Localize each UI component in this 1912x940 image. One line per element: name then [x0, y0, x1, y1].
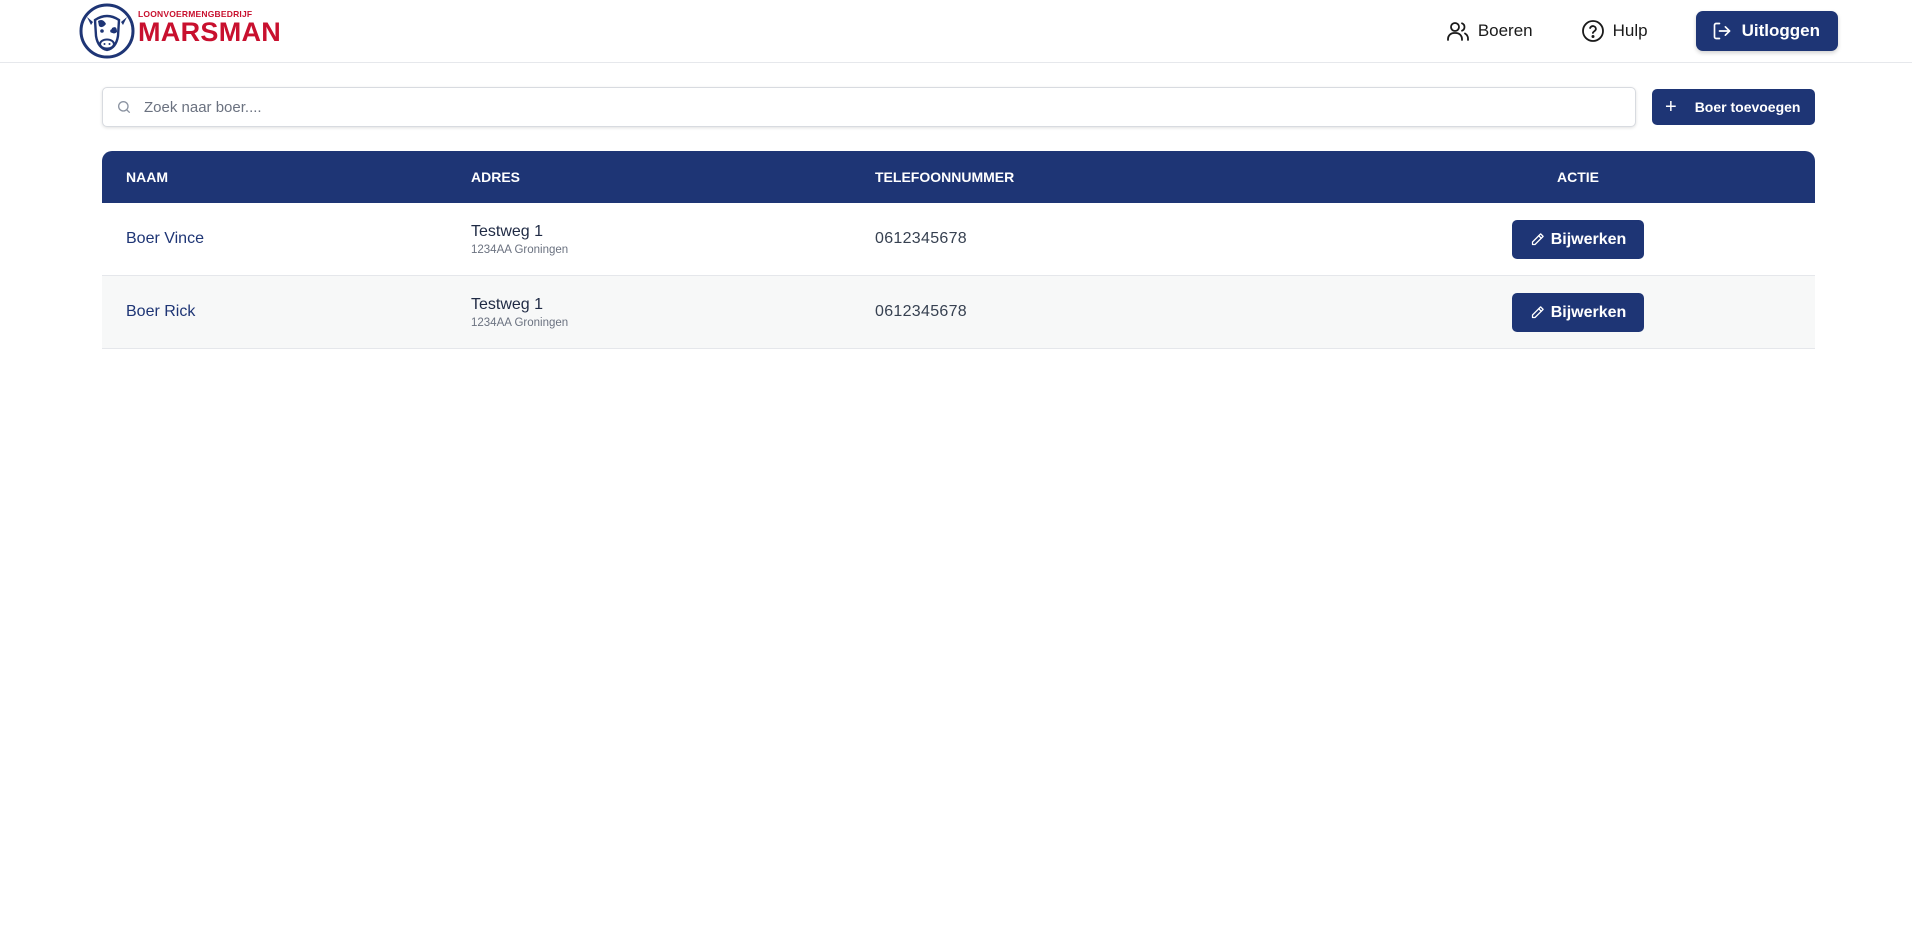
- farmer-phone: 0612345678: [875, 303, 967, 320]
- search-box[interactable]: [102, 87, 1636, 127]
- address-street: Testweg 1: [471, 223, 544, 240]
- search-input[interactable]: [144, 98, 1624, 116]
- nav-link-help-label: Hulp: [1612, 21, 1648, 40]
- address-city: 1234AA Groningen: [471, 317, 569, 329]
- edit-button-label: Bijwerken: [1550, 230, 1627, 248]
- brand-name: MARSMAN: [138, 17, 282, 48]
- add-farmer-button[interactable]: + Boer toevoegen: [1652, 89, 1815, 125]
- column-header-address[interactable]: ADRES: [471, 169, 520, 185]
- table-row: Boer Vince Testweg 1 1234AA Groningen 06…: [102, 203, 1815, 276]
- logout-button-label: Uitloggen: [1741, 21, 1820, 40]
- users-icon: [1446, 22, 1469, 41]
- help-circle-icon: [1581, 20, 1604, 42]
- edit-button[interactable]: Bijwerken: [1512, 293, 1644, 332]
- address-city: 1234AA Groningen: [471, 244, 569, 256]
- add-farmer-button-label: Boer toevoegen: [1694, 99, 1801, 115]
- table-header: NAAM ADRES TELEFOONNUMMER ACTIE: [102, 151, 1815, 203]
- pencil-icon: [1531, 233, 1544, 246]
- nav-link-farmers[interactable]: Boeren: [1446, 19, 1533, 43]
- farmers-table: NAAM ADRES TELEFOONNUMMER ACTIE Boer Vin…: [102, 151, 1815, 349]
- plus-icon: +: [1665, 96, 1677, 118]
- farmer-phone: 0612345678: [875, 230, 967, 247]
- nav-link-help[interactable]: Hulp: [1581, 19, 1648, 43]
- search-icon: [118, 101, 130, 113]
- column-header-phone[interactable]: TELEFOONNUMMER: [875, 169, 1014, 185]
- nav-link-farmers-label: Boeren: [1477, 21, 1533, 40]
- column-header-name[interactable]: NAAM: [126, 169, 168, 185]
- column-header-action: ACTIE: [1557, 169, 1599, 185]
- pencil-icon: [1531, 306, 1544, 319]
- cow-emblem-icon: [79, 3, 135, 59]
- logout-icon: [1713, 22, 1730, 40]
- farmer-address: Testweg 1 1234AA Groningen: [471, 296, 568, 329]
- address-street: Testweg 1: [471, 296, 544, 313]
- edit-button[interactable]: Bijwerken: [1512, 220, 1644, 259]
- logout-button[interactable]: Uitloggen: [1695, 11, 1838, 51]
- main-nav: Boeren Hulp Uitloggen: [1446, 11, 1838, 51]
- farmer-address: Testweg 1 1234AA Groningen: [471, 223, 568, 256]
- farmer-name: Boer Vince: [126, 230, 204, 247]
- top-navbar: LOONVOERMENGBEDRIJF MARSMAN Boeren Hulp: [0, 0, 1912, 63]
- farmer-name: Boer Rick: [126, 303, 196, 320]
- brand-logo[interactable]: LOONVOERMENGBEDRIJF MARSMAN: [78, 2, 281, 60]
- edit-button-label: Bijwerken: [1550, 303, 1627, 321]
- table-row: Boer Rick Testweg 1 1234AA Groningen 061…: [102, 276, 1815, 349]
